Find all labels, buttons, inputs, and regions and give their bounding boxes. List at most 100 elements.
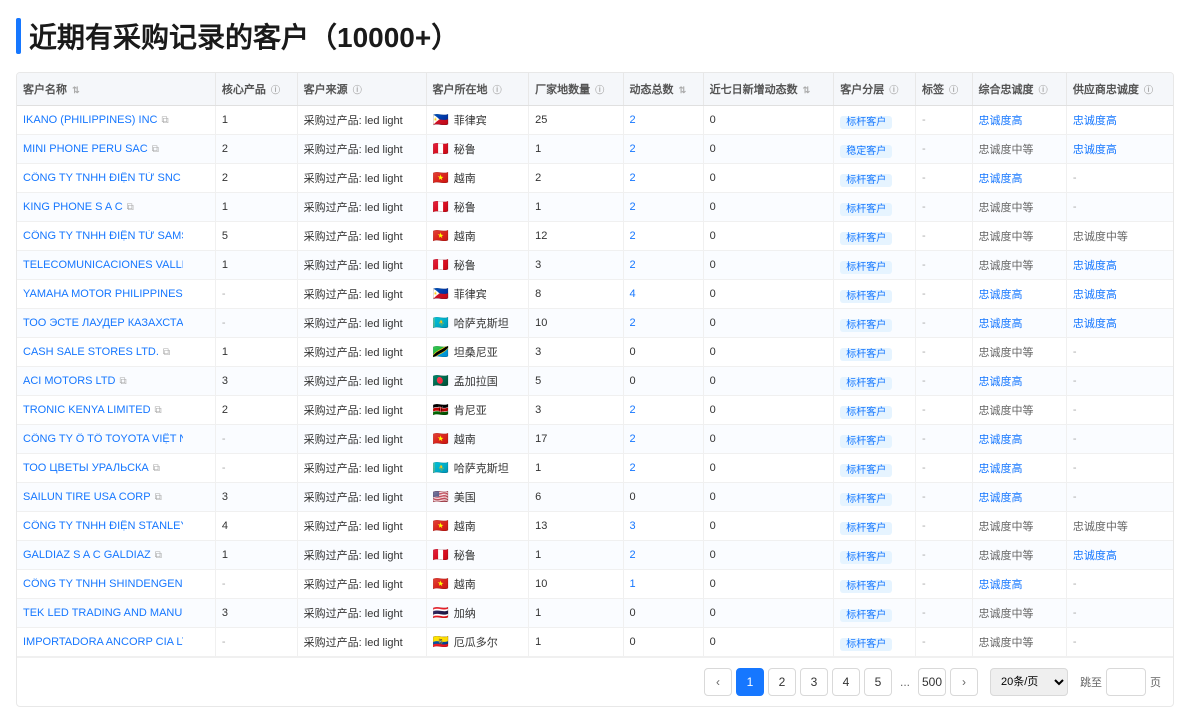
customer-name-text[interactable]: ТОО ЦВЕТЫ УРАЛЬСКА (23, 462, 149, 474)
cell-source: 采购过产品: led light (297, 454, 426, 483)
loyalty-value: 忠诚度中等 (979, 144, 1034, 156)
col-seven-day[interactable]: 近七日新增动态数 ⇅ (703, 73, 834, 106)
prev-page-button[interactable]: ‹ (704, 668, 732, 696)
loyalty-value: 忠诚度高 (979, 173, 1023, 185)
customer-name-text[interactable]: ТОО ЭСТЕ ЛАУДЕР КАЗАХСТАН (23, 317, 183, 329)
supplier-loyalty-value: 忠诚度高 (1073, 115, 1117, 127)
country-name: 越南 (454, 228, 476, 244)
customer-name-text[interactable]: CÔNG TY TNHH ĐIỆN TỬ SAMS... (23, 230, 183, 242)
cell-location: 🇻🇳 越南 (426, 512, 529, 541)
cell-dynamic-total: 0 (623, 483, 703, 512)
cell-source: 采购过产品: led light (297, 193, 426, 222)
cell-core-product: 1 (215, 106, 297, 135)
col-loyalty[interactable]: 综合忠诚度 ⓘ (972, 73, 1066, 106)
cell-tag: - (916, 135, 972, 164)
country-flag: 🇹🇭 (433, 605, 449, 621)
cell-dynamic-total: 2 (623, 425, 703, 454)
customer-name-text[interactable]: CÔNG TY TNHH SHINDENGEN ... (23, 578, 183, 590)
table-row: YAMAHA MOTOR PHILIPPINES I... ⧉ - 采购过产品:… (17, 280, 1173, 309)
copy-icon[interactable]: ⧉ (155, 405, 162, 416)
customer-name-text[interactable]: SAILUN TIRE USA CORP (23, 491, 151, 503)
supplier-loyalty-value: 忠诚度高 (1073, 318, 1117, 330)
cell-segment: 标杆客户 (834, 280, 916, 309)
copy-icon[interactable]: ⧉ (120, 376, 127, 387)
country-flag: 🇻🇳 (433, 170, 449, 186)
customer-name-text[interactable]: TELECOMUNICACIONES VALLE ... (23, 259, 183, 271)
customer-name-text[interactable]: KING PHONE S A C (23, 201, 123, 213)
cell-location: 🇺🇸 美国 (426, 483, 529, 512)
cell-supplier-count: 1 (529, 599, 623, 628)
col-location[interactable]: 客户所在地 ⓘ (426, 73, 529, 106)
customer-name-text[interactable]: IMPORTADORA ANCORP CIA LT... (23, 636, 183, 648)
cell-supplier-count: 3 (529, 251, 623, 280)
cell-tag: - (916, 280, 972, 309)
page-button-2[interactable]: 2 (768, 668, 796, 696)
customer-name-text[interactable]: YAMAHA MOTOR PHILIPPINES I... (23, 288, 183, 300)
page-button-3[interactable]: 3 (800, 668, 828, 696)
info-icon-supplier-loyalty: ⓘ (1144, 85, 1153, 95)
jump-label: 跳至 (1080, 674, 1102, 690)
cell-seven-day: 0 (703, 164, 834, 193)
country-flag: 🇰🇿 (433, 460, 449, 476)
customer-name-text[interactable]: CÔNG TY Ô TÔ TOYOTA VIỆT N... (23, 433, 183, 445)
page-size-select[interactable]: 20条/页 50条/页 100条/页 (990, 668, 1068, 696)
copy-icon[interactable]: ⧉ (155, 550, 162, 561)
copy-icon[interactable]: ⧉ (161, 115, 168, 126)
copy-icon[interactable]: ⧉ (155, 492, 162, 503)
cell-segment: 标杆客户 (834, 222, 916, 251)
table-row: MINI PHONE PERU SAC ⧉ 2 采购过产品: led light… (17, 135, 1173, 164)
cell-tag: - (916, 164, 972, 193)
col-core-product[interactable]: 核心产品 ⓘ (215, 73, 297, 106)
customer-name-text[interactable]: GALDIAZ S A C GALDIAZ (23, 549, 151, 561)
country-flag: 🇵🇭 (433, 286, 449, 302)
copy-icon[interactable]: ⧉ (163, 347, 170, 358)
page-button-1[interactable]: 1 (736, 668, 764, 696)
next-page-button[interactable]: › (950, 668, 978, 696)
col-segment[interactable]: 客户分层 ⓘ (834, 73, 916, 106)
segment-tag: 标杆客户 (840, 406, 892, 419)
copy-icon[interactable]: ⧉ (152, 144, 159, 155)
col-source[interactable]: 客户来源 ⓘ (297, 73, 426, 106)
cell-segment: 标杆客户 (834, 599, 916, 628)
cell-location: 🇪🇨 厄瓜多尔 (426, 628, 529, 657)
cell-seven-day: 0 (703, 396, 834, 425)
loyalty-value: 忠诚度中等 (979, 637, 1034, 649)
page-button-5[interactable]: 5 (864, 668, 892, 696)
col-dynamic-total[interactable]: 动态总数 ⇅ (623, 73, 703, 106)
col-name[interactable]: 客户名称 ⇅ (17, 73, 215, 106)
customer-name-text[interactable]: ACI MOTORS LTD (23, 375, 116, 387)
customer-table: 客户名称 ⇅ 核心产品 ⓘ 客户来源 ⓘ 客户所在地 ⓘ 厂家地数量 ⓘ 动态总… (17, 73, 1173, 657)
col-supplier-count[interactable]: 厂家地数量 ⓘ (529, 73, 623, 106)
cell-loyalty: 忠诚度中等 (972, 512, 1066, 541)
country-flag: 🇹🇿 (433, 344, 449, 360)
customer-name-text[interactable]: CASH SALE STORES LTD. (23, 346, 159, 358)
cell-core-product: 2 (215, 135, 297, 164)
jump-to-input[interactable] (1106, 668, 1146, 696)
loyalty-value: 忠诚度高 (979, 376, 1023, 388)
cell-location: 🇵🇭 菲律宾 (426, 280, 529, 309)
customer-name-text[interactable]: CÔNG TY TNHH ĐIỆN TỬ SNC ... (23, 172, 183, 184)
copy-icon[interactable]: ⧉ (153, 463, 160, 474)
col-tag[interactable]: 标签 ⓘ (916, 73, 972, 106)
customer-name-text[interactable]: TRONIC KENYA LIMITED (23, 404, 151, 416)
cell-tag: - (916, 454, 972, 483)
page-button-4[interactable]: 4 (832, 668, 860, 696)
cell-location: 🇵🇪 秘鲁 (426, 135, 529, 164)
cell-core-product: 3 (215, 483, 297, 512)
customer-name-text[interactable]: TEK LED TRADING AND MANUF... (23, 607, 183, 619)
cell-seven-day: 0 (703, 222, 834, 251)
cell-seven-day: 0 (703, 425, 834, 454)
col-supplier-loyalty[interactable]: 供应商忠诚度 ⓘ (1066, 73, 1173, 106)
segment-tag: 稳定客户 (840, 145, 892, 158)
supplier-loyalty-value: 忠诚度高 (1073, 550, 1117, 562)
copy-icon[interactable]: ⧉ (127, 202, 134, 213)
customer-name-text[interactable]: CÔNG TY TNHH ĐIỆN STANLEY... (23, 520, 183, 532)
customer-name-text[interactable]: IKANO (PHILIPPINES) INC (23, 114, 157, 126)
segment-tag: 标杆客户 (840, 638, 892, 651)
page-button-500[interactable]: 500 (918, 668, 946, 696)
cell-segment: 标杆客户 (834, 338, 916, 367)
customer-name-text[interactable]: MINI PHONE PERU SAC (23, 143, 148, 155)
country-flag: 🇺🇸 (433, 489, 449, 505)
cell-source: 采购过产品: led light (297, 599, 426, 628)
segment-tag: 标杆客户 (840, 464, 892, 477)
